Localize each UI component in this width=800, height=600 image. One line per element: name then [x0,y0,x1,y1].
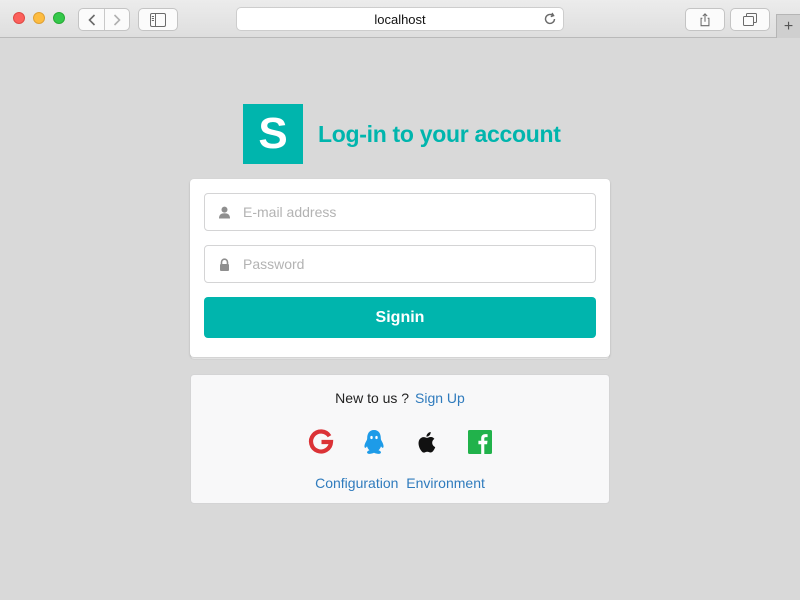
qq-login-button[interactable] [359,427,389,457]
close-window-button[interactable] [13,12,25,24]
login-form: Signin [190,179,610,357]
share-button[interactable] [685,8,725,31]
signup-prompt: New to us ? Sign Up [191,390,609,406]
chevron-right-icon [113,13,121,26]
configuration-link[interactable]: Configuration [315,475,398,491]
new-to-us-text: New to us ? [335,390,410,406]
tabs-overview-button[interactable] [730,8,770,31]
reload-icon[interactable] [543,12,557,26]
social-login-list [191,427,609,457]
email-input[interactable] [243,194,595,230]
apple-login-button[interactable] [412,427,442,457]
google-icon [308,429,333,454]
navigation-buttons [78,8,130,31]
share-icon [700,12,710,26]
logo: S [243,104,303,164]
google-login-button[interactable] [306,427,336,457]
browser-toolbar: localhost + [0,0,800,38]
environment-link[interactable]: Environment [406,475,485,491]
address-text: localhost [374,11,426,27]
login-header: S Log-in to your account [243,104,561,164]
lock-icon [205,257,243,271]
signup-message: New to us ? Sign Up Configuration Enviro… [190,374,610,504]
tabs-icon [743,12,757,26]
forward-button[interactable] [104,9,129,30]
address-bar[interactable]: localhost [236,7,564,31]
page-title: Log-in to your account [318,120,561,147]
facebook-login-button[interactable] [465,427,495,457]
chevron-left-icon [87,13,95,26]
footer-links: Configuration Environment [191,475,609,491]
minimize-window-button[interactable] [33,12,45,24]
email-field[interactable] [204,193,596,231]
qq-icon [363,430,384,454]
signin-button[interactable]: Signin [204,297,596,338]
sidebar-button[interactable] [138,8,178,31]
back-button[interactable] [79,9,104,30]
signup-link[interactable]: Sign Up [415,390,465,406]
password-field[interactable] [204,245,596,283]
apple-icon [418,432,435,453]
password-input[interactable] [243,246,595,282]
sidebar-icon [150,12,166,27]
new-tab-button[interactable]: + [776,14,800,38]
user-icon [205,206,243,219]
zoom-window-button[interactable] [53,12,65,24]
facebook-icon [467,430,492,454]
